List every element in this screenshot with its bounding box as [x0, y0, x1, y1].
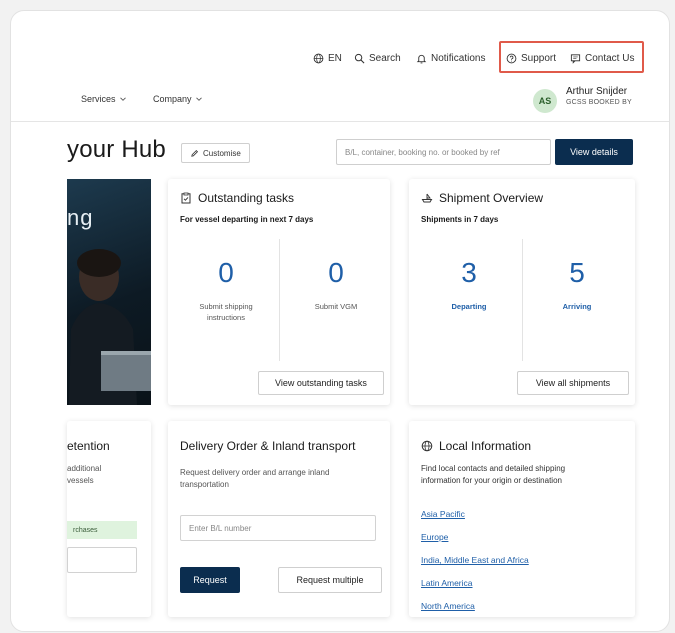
customise-label: Customise: [203, 148, 241, 158]
chat-icon: [570, 54, 581, 64]
shipment-overview-card: Shipment Overview Shipments in 7 days 3 …: [409, 179, 635, 405]
nav-services[interactable]: Services: [81, 94, 127, 104]
globe-icon: [421, 440, 433, 452]
search-icon: [354, 53, 365, 64]
hero-person-illustration: [69, 249, 151, 405]
notifications-link[interactable]: Notifications: [416, 53, 485, 64]
outstanding-tasks-subtitle: For vessel departing in next 7 days: [180, 215, 314, 224]
top-utility-bar: EN Search Notifications Support Contact …: [11, 11, 669, 73]
main-nav: Services Company AS Arthur Snijder GCSS …: [11, 86, 669, 122]
shipment-overview-title: Shipment Overview: [421, 191, 543, 205]
notifications-label: Notifications: [431, 53, 486, 64]
departing-label[interactable]: Departing: [419, 301, 519, 312]
shipping-instructions-label-line2: instructions: [207, 313, 245, 322]
page-title: your Hub: [67, 136, 166, 163]
vgm-label: Submit VGM: [314, 302, 358, 311]
support-label: Support: [521, 53, 557, 64]
shipment-search-placeholder: B/L, container, booking no. or booked by…: [345, 147, 500, 157]
chevron-down-icon: [119, 97, 126, 101]
delivery-order-card: Delivery Order & Inland transport Reques…: [168, 421, 390, 617]
link-north-america[interactable]: North America: [421, 601, 475, 611]
link-india-middle-east-africa[interactable]: India, Middle East and Africa: [421, 555, 529, 565]
support-link[interactable]: Support: [506, 53, 556, 64]
link-europe[interactable]: Europe: [421, 532, 448, 542]
contact-link[interactable]: Contact Us: [570, 53, 634, 64]
delivery-order-desc-line2: transportation: [180, 480, 229, 489]
customise-button[interactable]: Customise: [181, 143, 250, 163]
view-details-button[interactable]: View details: [555, 139, 633, 165]
card-divider: [522, 239, 523, 361]
local-information-card: Local Information Find local contacts an…: [409, 421, 635, 617]
shipping-instructions-label-line1: Submit shipping: [199, 302, 253, 311]
clipboard-icon: [181, 192, 191, 204]
globe-icon: [313, 53, 324, 64]
purchases-chip[interactable]: rchases: [67, 521, 137, 539]
bl-number-input[interactable]: Enter B/L number: [180, 515, 376, 541]
local-information-title-text: Local Information: [439, 439, 532, 453]
card-divider: [279, 239, 280, 361]
arriving-count[interactable]: 5: [527, 257, 627, 289]
bl-number-placeholder: Enter B/L number: [189, 523, 252, 533]
shipment-overview-title-text: Shipment Overview: [439, 191, 544, 205]
departing-count[interactable]: 3: [419, 257, 519, 289]
local-information-desc-line2: information for your origin or destinati…: [421, 476, 562, 485]
retention-title: etention: [67, 439, 110, 453]
contact-label: Contact Us: [585, 53, 635, 64]
shipment-search-input[interactable]: B/L, container, booking no. or booked by…: [336, 139, 551, 165]
retention-desc: additional vessels: [67, 463, 101, 487]
shipping-instructions-count[interactable]: 0: [176, 257, 276, 289]
language-selector[interactable]: EN: [313, 53, 342, 64]
outstanding-tasks-title: Outstanding tasks: [180, 191, 294, 205]
search-link[interactable]: Search: [354, 53, 401, 64]
search-label: Search: [369, 53, 401, 64]
retention-desc-line2: vessels: [67, 476, 94, 485]
retention-card: etention additional vessels rchases: [67, 421, 151, 617]
user-name[interactable]: Arthur Snijder: [566, 86, 627, 97]
outstanding-tasks-card: Outstanding tasks For vessel departing i…: [168, 179, 390, 405]
language-label: EN: [328, 53, 342, 64]
view-all-shipments-button[interactable]: View all shipments: [517, 371, 629, 395]
link-latin-america[interactable]: Latin America: [421, 578, 473, 588]
request-multiple-button[interactable]: Request multiple: [278, 567, 382, 593]
nav-services-label: Services: [81, 94, 116, 104]
retention-input[interactable]: [67, 547, 137, 573]
delivery-order-desc-line1: Request delivery order and arrange inlan…: [180, 468, 330, 477]
request-button[interactable]: Request: [180, 567, 240, 593]
outstanding-tasks-title-text: Outstanding tasks: [198, 191, 295, 205]
browser-frame: EN Search Notifications Support Contact …: [10, 10, 670, 632]
local-information-desc: Find local contacts and detailed shippin…: [421, 463, 565, 487]
shipping-instructions-label: Submit shipping instructions: [176, 301, 276, 323]
help-circle-icon: [506, 53, 517, 64]
pencil-icon: [191, 149, 199, 157]
retention-desc-line1: additional: [67, 464, 102, 473]
local-information-desc-line1: Find local contacts and detailed shippin…: [421, 464, 566, 473]
nav-company[interactable]: Company: [153, 94, 203, 104]
delivery-order-title: Delivery Order & Inland transport: [180, 439, 356, 453]
delivery-order-desc: Request delivery order and arrange inlan…: [180, 467, 329, 491]
user-role: GCSS BOOKED BY: [566, 99, 632, 106]
local-information-title: Local Information: [421, 439, 531, 453]
hero-banner[interactable]: ng: [67, 179, 151, 405]
chevron-down-icon: [195, 97, 202, 101]
arriving-label[interactable]: Arriving: [527, 301, 627, 312]
view-outstanding-tasks-button[interactable]: View outstanding tasks: [258, 371, 384, 395]
link-asia-pacific[interactable]: Asia Pacific: [421, 509, 465, 519]
avatar[interactable]: AS: [533, 89, 557, 113]
ship-icon: [421, 193, 433, 203]
nav-company-label: Company: [153, 94, 192, 104]
vgm-count[interactable]: 0: [286, 257, 386, 289]
bell-icon: [416, 54, 427, 64]
shipment-overview-subtitle: Shipments in 7 days: [421, 215, 499, 224]
